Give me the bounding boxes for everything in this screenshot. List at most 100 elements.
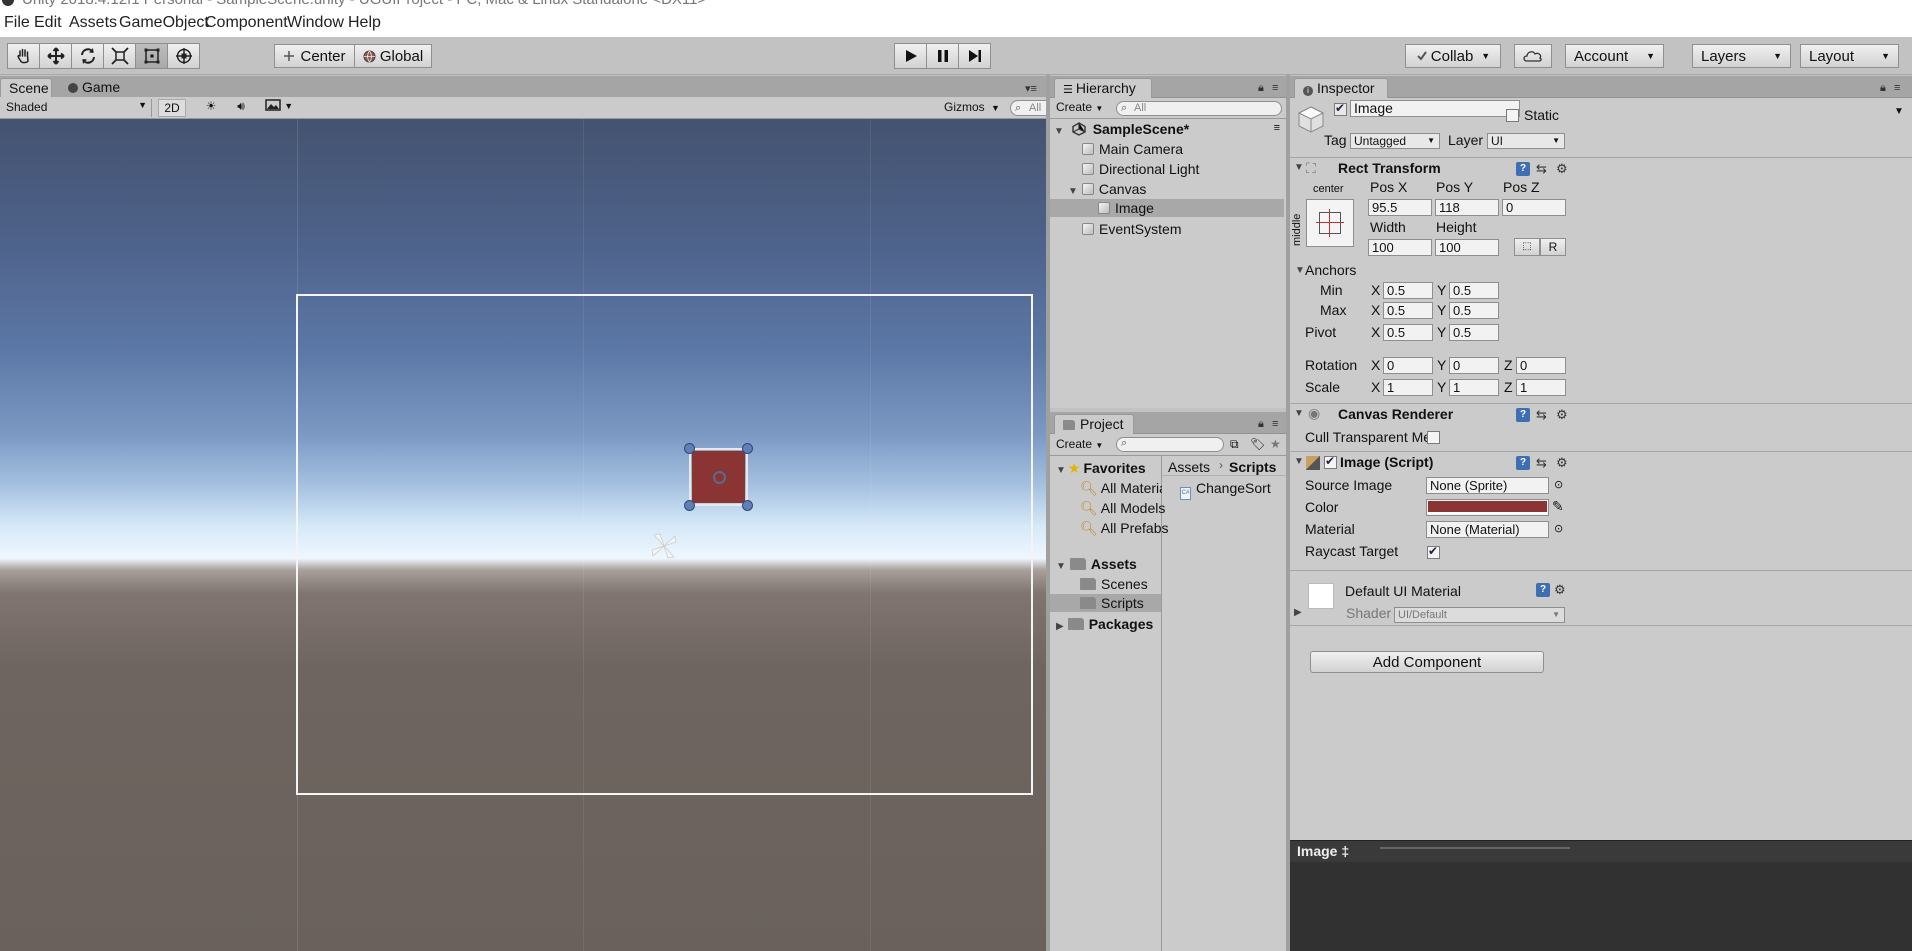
menu-window[interactable]: Window xyxy=(287,14,344,32)
filter-by-label-icon[interactable]: 🏷︎ xyxy=(1250,437,1265,451)
shader-dropdown[interactable]: UI/Default ▼ xyxy=(1394,607,1565,623)
favorite-all-models[interactable]: 🔍︎ All Models xyxy=(1080,500,1165,517)
tab-hierarchy[interactable]: ☰ Hierarchy xyxy=(1054,78,1152,98)
collapse-triangle-icon[interactable]: ▶ xyxy=(1294,607,1302,618)
expand-triangle-icon[interactable]: ▼ xyxy=(1056,561,1066,572)
hierarchy-item-image-selected[interactable]: Image xyxy=(1050,199,1284,217)
layers-dropdown[interactable]: Layers ▼ xyxy=(1692,44,1791,68)
gear-icon[interactable]: ⚙ xyxy=(1556,407,1568,423)
scene-lighting-toggle[interactable]: ☀ xyxy=(198,99,224,117)
object-name-field[interactable]: Image xyxy=(1350,100,1520,117)
anchor-max-y-field[interactable]: 0.5 xyxy=(1449,302,1499,319)
color-field[interactable] xyxy=(1426,499,1549,516)
raycast-target-checkbox[interactable] xyxy=(1427,544,1440,559)
menu-component[interactable]: Component xyxy=(205,14,288,32)
preset-icon[interactable]: ⇆ xyxy=(1536,455,1547,471)
favorite-all-materials[interactable]: 🔍︎All Materials xyxy=(1080,480,1162,497)
pivot-y-field[interactable]: 0.5 xyxy=(1449,324,1499,341)
preset-icon[interactable]: ⇆ xyxy=(1536,407,1547,423)
panel-menu-icon[interactable]: ≡ xyxy=(1272,82,1278,94)
project-create-button[interactable]: Create ▼ xyxy=(1056,437,1103,451)
hierarchy-item-directional-light[interactable]: Directional Light xyxy=(1082,161,1199,177)
anchors-triangle-icon[interactable]: ▼ xyxy=(1295,265,1305,276)
resize-handle[interactable] xyxy=(684,443,695,454)
scale-z-field[interactable]: 1 xyxy=(1516,379,1566,396)
canvas-renderer-header[interactable]: ▼ ◉ Canvas Renderer ? ⇆ ⚙ xyxy=(1290,403,1912,425)
panel-menu-icon[interactable]: ▾≡ xyxy=(1025,82,1037,95)
shading-mode-dropdown[interactable]: Shaded ▼ xyxy=(0,99,152,117)
static-dropdown-arrow-icon[interactable]: ▼ xyxy=(1894,106,1904,117)
eyedropper-icon[interactable]: ✎ xyxy=(1552,498,1564,515)
scene-effects-dropdown[interactable]: ▼ xyxy=(260,99,298,117)
menu-gameobject[interactable]: GameObject xyxy=(119,14,209,32)
layer-dropdown[interactable]: UI ▼ xyxy=(1487,133,1565,149)
transform-tool-button[interactable] xyxy=(167,43,200,69)
scale-x-field[interactable]: 1 xyxy=(1383,379,1433,396)
hierarchy-create-button[interactable]: Create ▼ xyxy=(1056,100,1103,114)
anchor-min-y-field[interactable]: 0.5 xyxy=(1449,282,1499,299)
resize-handle[interactable] xyxy=(742,443,753,454)
material-field[interactable]: None (Material) xyxy=(1426,521,1549,538)
height-field[interactable]: 100 xyxy=(1435,239,1499,256)
help-icon[interactable]: ? xyxy=(1536,583,1550,597)
anchor-presets-button[interactable] xyxy=(1306,199,1354,247)
gizmos-dropdown[interactable]: Gizmos ▼ xyxy=(940,99,1000,117)
anchor-icon[interactable] xyxy=(648,530,680,562)
hierarchy-search-input[interactable]: ⌕ All xyxy=(1116,101,1282,116)
expand-triangle-icon[interactable]: ▼ xyxy=(1054,126,1064,137)
rotation-z-field[interactable]: 0 xyxy=(1516,357,1566,374)
anchor-max-x-field[interactable]: 0.5 xyxy=(1383,302,1433,319)
pos-x-field[interactable]: 95.5 xyxy=(1368,199,1432,216)
resize-handle[interactable] xyxy=(684,500,695,511)
collab-dropdown[interactable]: Collab ▼ xyxy=(1405,44,1501,68)
layout-dropdown[interactable]: Layout ▼ xyxy=(1800,44,1899,68)
tab-game[interactable]: Game xyxy=(60,78,140,98)
hierarchy-item-eventsystem[interactable]: EventSystem xyxy=(1082,221,1181,237)
rotate-tool-button[interactable] xyxy=(71,43,104,69)
image-enabled-checkbox[interactable] xyxy=(1324,454,1337,469)
source-image-field[interactable]: None (Sprite) xyxy=(1426,477,1549,494)
collapse-triangle-icon[interactable]: ▶ xyxy=(1056,621,1064,632)
assets-folder[interactable]: ▼ Assets xyxy=(1056,556,1137,572)
image-script-header[interactable]: ▼ Image (Script) ? ⇆ ⚙ xyxy=(1290,451,1912,473)
pause-button[interactable] xyxy=(926,43,959,69)
project-search-input[interactable]: ⌕ xyxy=(1116,437,1224,452)
tab-inspector[interactable]: i Inspector xyxy=(1294,78,1388,98)
preview-header[interactable]: Image ‡ xyxy=(1290,840,1912,862)
hierarchy-item-main-camera[interactable]: Main Camera xyxy=(1082,141,1183,157)
tag-dropdown[interactable]: Untagged ▼ xyxy=(1350,133,1440,149)
expand-triangle-icon[interactable]: ▼ xyxy=(1068,186,1078,197)
expand-triangle-icon[interactable]: ▼ xyxy=(1056,465,1066,476)
anchor-min-x-field[interactable]: 0.5 xyxy=(1383,282,1433,299)
image-object[interactable] xyxy=(684,443,753,511)
play-button[interactable] xyxy=(894,43,927,69)
help-icon[interactable]: ? xyxy=(1516,162,1530,176)
breadcrumb-assets[interactable]: Assets xyxy=(1168,459,1210,475)
pivot-handle-icon[interactable] xyxy=(713,471,726,484)
scene-viewport[interactable] xyxy=(0,119,1046,951)
expand-triangle-icon[interactable]: ▼ xyxy=(1294,408,1304,419)
panel-menu-icon[interactable]: ≡ xyxy=(1272,418,1278,430)
hand-tool-button[interactable] xyxy=(7,43,40,69)
object-picker-icon[interactable]: ⊙ xyxy=(1554,478,1563,491)
file-changesort[interactable]: C# ChangeSort xyxy=(1180,480,1271,500)
move-tool-button[interactable] xyxy=(39,43,72,69)
favorites-section[interactable]: ▼ ★ Favorites xyxy=(1056,460,1146,477)
pos-y-field[interactable]: 118 xyxy=(1435,199,1499,216)
help-icon[interactable]: ? xyxy=(1516,456,1530,470)
scale-y-field[interactable]: 1 xyxy=(1449,379,1499,396)
menu-help[interactable]: Help xyxy=(348,14,381,32)
pos-z-field[interactable]: 0 xyxy=(1502,199,1566,216)
account-dropdown[interactable]: Account ▼ xyxy=(1565,44,1664,68)
scale-tool-button[interactable] xyxy=(103,43,136,69)
static-checkbox[interactable] xyxy=(1506,109,1519,122)
raw-edit-button[interactable]: R xyxy=(1540,238,1566,256)
lock-icon[interactable]: 🔒︎ xyxy=(1258,82,1264,95)
menu-file[interactable]: File xyxy=(4,14,30,32)
hierarchy-item-canvas[interactable]: ▼ Canvas xyxy=(1068,181,1146,197)
expand-triangle-icon[interactable]: ▼ xyxy=(1294,162,1304,173)
add-component-button[interactable]: Add Component xyxy=(1310,651,1544,673)
folder-scenes[interactable]: Scenes xyxy=(1080,576,1148,592)
favorite-all-prefabs[interactable]: 🔍︎ All Prefabs xyxy=(1080,520,1168,537)
cull-transparent-checkbox[interactable] xyxy=(1427,431,1440,444)
